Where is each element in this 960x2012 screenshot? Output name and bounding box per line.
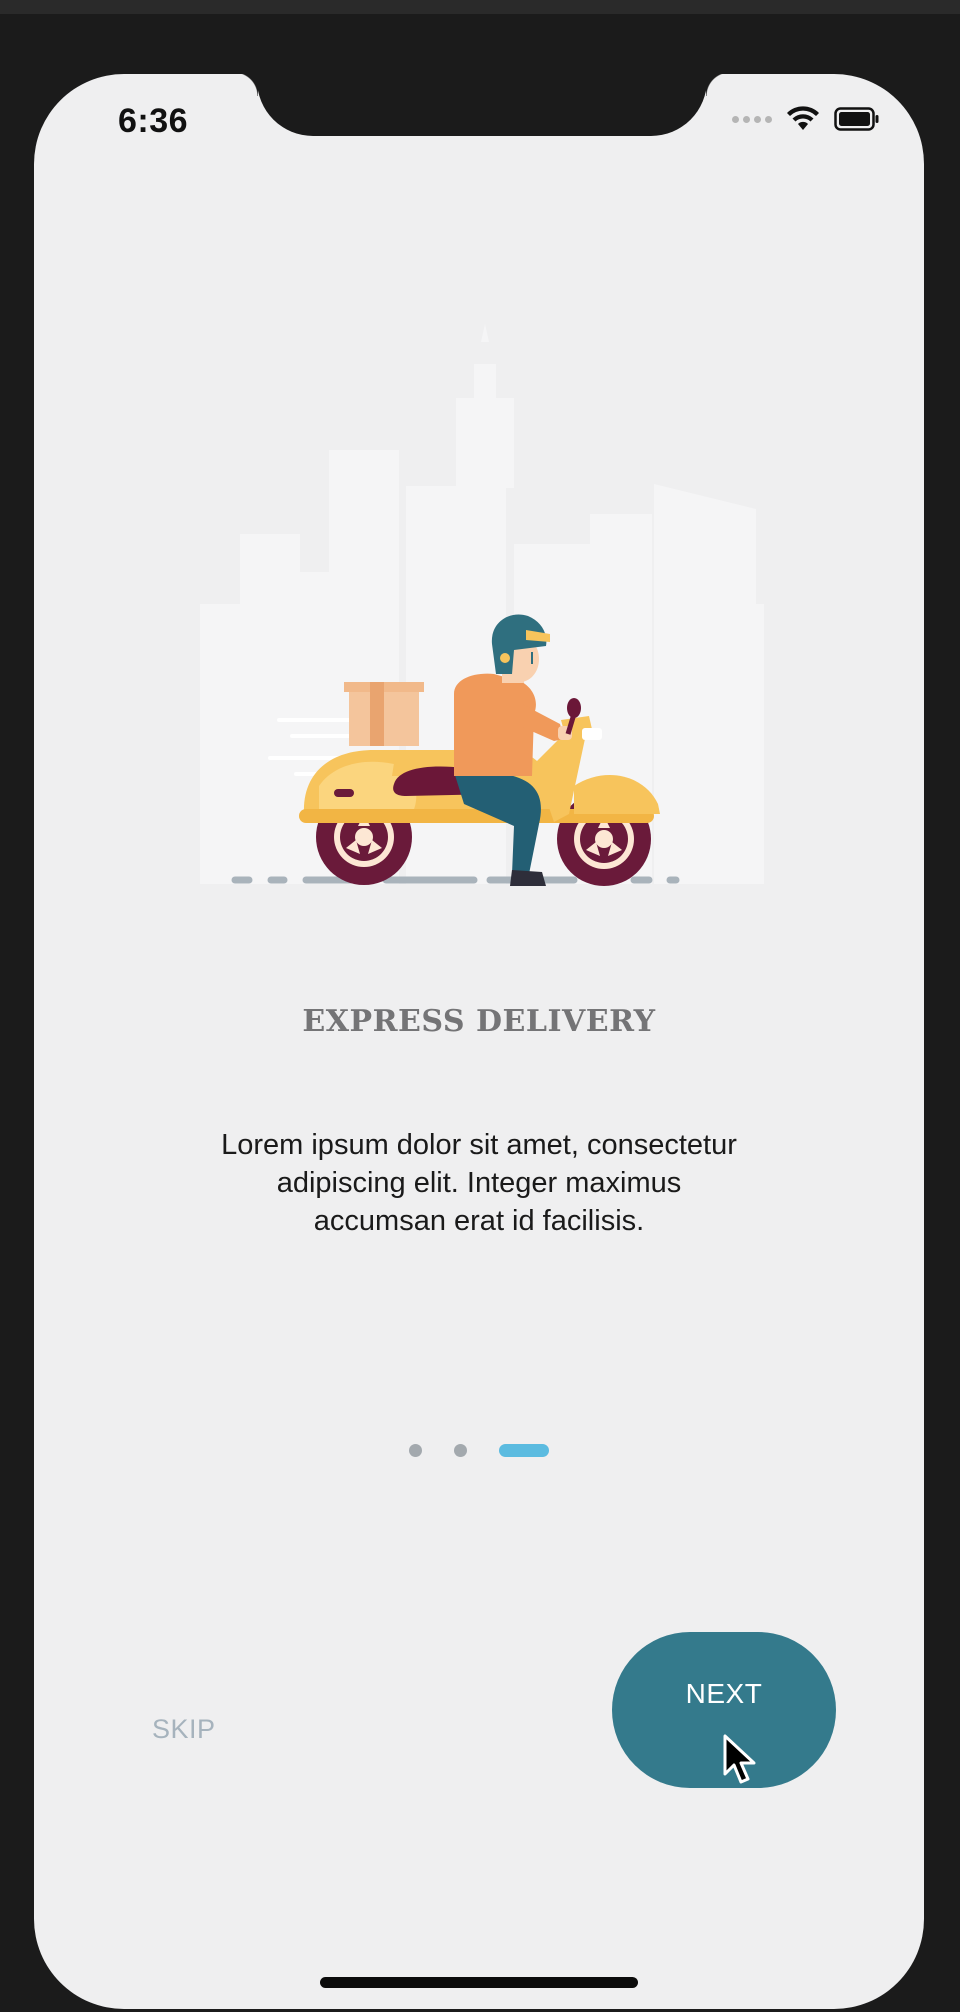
window-top-strip (0, 0, 960, 14)
page-dot-1[interactable] (409, 1444, 422, 1457)
delivery-scooter-illustration (200, 324, 764, 886)
mouse-pointer-icon (723, 1734, 756, 1784)
phone-screen: 6:36 EXPRESS DELIVERY Lorem ipsum dolor … (34, 74, 924, 2009)
home-indicator[interactable] (320, 1977, 638, 1988)
page-dot-2[interactable] (454, 1444, 467, 1457)
onboarding-description: Lorem ipsum dolor sit amet, consectetur … (221, 1129, 737, 1237)
phone-frame: 6:36 EXPRESS DELIVERY Lorem ipsum dolor … (0, 14, 960, 2012)
onboarding-title: EXPRESS DELIVERY (302, 1004, 656, 1039)
page-indicator (34, 1444, 924, 1458)
page-dot-3-active[interactable] (499, 1444, 549, 1457)
skip-button[interactable]: SKIP (152, 1714, 216, 1745)
delivery-box (344, 682, 424, 746)
